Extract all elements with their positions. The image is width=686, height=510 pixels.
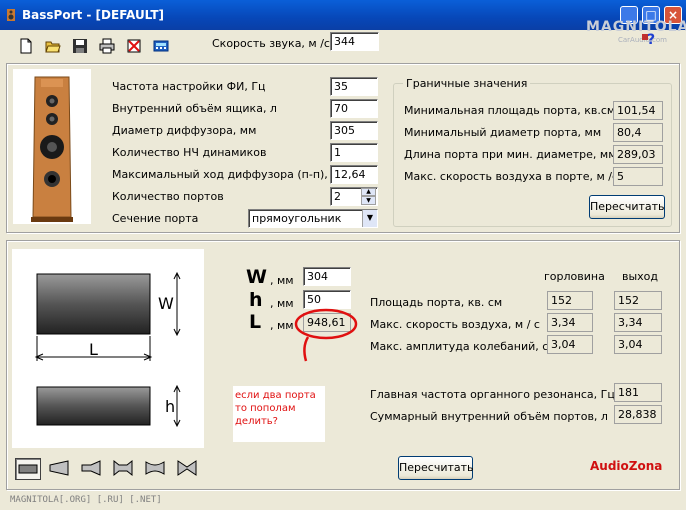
new-document-icon[interactable] (18, 38, 34, 54)
sound-speed-label: Скорость звука, м /с (212, 37, 330, 50)
help-icon[interactable]: ? (647, 32, 655, 48)
port-area-exit: 152 (614, 291, 662, 310)
air-speed-label: Макс. скорость воздуха, м / с (370, 318, 540, 331)
shape-bell-button[interactable] (143, 458, 169, 480)
box-volume-label: Внутренний объём ящика, л (112, 102, 277, 115)
w-unit: , мм (270, 274, 294, 287)
air-speed-exit: 3,34 (614, 313, 662, 332)
cone-diameter-input[interactable]: 305 (330, 121, 378, 140)
max-air-speed-label: Макс. скорость воздуха в порте, м /с (404, 170, 619, 183)
max-air-speed-value: 5 (613, 167, 663, 186)
port-section-label: Сечение порта (112, 212, 199, 225)
double-flare-port-icon (113, 459, 133, 477)
oscillation-amplitude-exit: 3,04 (614, 335, 662, 354)
cone-diameter-label: Диаметр диффузора, мм (112, 124, 257, 137)
chevron-down-icon[interactable]: ▼ (362, 210, 377, 227)
exit-column-header: выход (622, 270, 659, 283)
port-area-throat: 152 (547, 291, 593, 310)
port-length-label: Длина порта при мин. диаметре, мм (404, 148, 617, 161)
min-port-area-label: Минимальная площадь порта, кв.см. (404, 104, 619, 117)
shape-straight-button[interactable] (15, 458, 41, 480)
straight-port-icon (18, 464, 38, 474)
min-port-area-value: 101,54 (613, 101, 663, 120)
port-recalc-button[interactable]: Пересчитать (398, 456, 474, 480)
max-excursion-input[interactable]: 12,64 (330, 165, 378, 184)
app-icon (7, 9, 15, 21)
brand-logo: AudioZona (590, 459, 663, 473)
status-bar-text: MAGNITOLA[.ORG] [.RU] [.NET] (10, 495, 162, 505)
note-text: если два порта то пополам делить? (235, 390, 316, 427)
l-letter: L (249, 311, 262, 333)
hourglass-port-icon (177, 460, 197, 476)
diagram-w-label: W (158, 294, 174, 313)
shape-horn-button[interactable] (79, 458, 105, 480)
port-section-select[interactable]: прямоугольник (248, 209, 378, 228)
calculator-icon[interactable] (153, 38, 169, 54)
limits-recalc-button[interactable]: Пересчитать (589, 195, 665, 219)
port-count-label: Количество портов (112, 190, 224, 203)
throat-column-header: горловина (544, 270, 605, 283)
shape-double-flare-button[interactable] (111, 458, 137, 480)
diagram-h-label: h (165, 397, 176, 416)
tuning-frequency-input[interactable]: 35 (330, 77, 378, 96)
port-length-value: 289,03 (613, 145, 663, 164)
shape-hourglass-button[interactable] (175, 458, 201, 480)
spin-up-icon[interactable]: ▲ (361, 188, 376, 196)
organ-resonance-label: Главная частота органного резонанса, Гц (370, 388, 615, 401)
window-title: BassPort - [DEFAULT] (22, 8, 165, 22)
flared-port-icon (49, 460, 69, 476)
bell-port-icon (145, 461, 165, 475)
note-box: если два порта то пополам делить? (233, 386, 325, 442)
sound-speed-input[interactable]: 344 (330, 32, 379, 51)
speaker-cabinet-image (31, 76, 73, 222)
save-icon[interactable] (72, 38, 88, 54)
port-diagram (34, 271, 181, 428)
speaker-image-box (13, 69, 91, 224)
w-letter: W (246, 266, 267, 288)
air-speed-throat: 3,34 (547, 313, 593, 332)
min-port-diameter-label: Минимальный диаметр порта, мм (404, 126, 602, 139)
open-folder-icon[interactable] (45, 38, 61, 54)
oscillation-amplitude-throat: 3,04 (547, 335, 593, 354)
ports-volume-value: 28,838 (614, 405, 662, 424)
horn-port-icon (81, 460, 101, 476)
red-circle-annotation (294, 308, 358, 362)
port-width-input[interactable]: 304 (303, 267, 351, 286)
shape-flared-button[interactable] (47, 458, 73, 480)
box-volume-input[interactable]: 70 (330, 99, 378, 118)
max-excursion-label: Максимальный ход диффузора (п-п), мм (112, 168, 348, 181)
ports-volume-label: Суммарный внутренний объём портов, л (370, 410, 608, 423)
h-letter: h (249, 289, 263, 311)
watermark-logo: MAGNITOLA (586, 19, 686, 35)
delete-icon[interactable] (126, 38, 142, 54)
min-port-diameter-value: 80,4 (613, 123, 663, 142)
driver-count-label: Количество НЧ динамиков (112, 146, 267, 159)
organ-resonance-value: 181 (614, 383, 662, 402)
oscillation-amplitude-label: Макс. амплитуда колебаний, см (370, 340, 557, 353)
print-icon[interactable] (99, 38, 115, 54)
diagram-l-label: L (89, 340, 98, 359)
tuning-frequency-label: Частота настройки ФИ, Гц (112, 80, 266, 93)
spin-down-icon[interactable]: ▼ (361, 196, 376, 205)
driver-count-input[interactable]: 1 (330, 143, 378, 162)
limits-title: Граничные значения (403, 77, 531, 90)
port-area-label: Площадь порта, кв. см (370, 296, 503, 309)
port-diagram-box (12, 249, 204, 448)
